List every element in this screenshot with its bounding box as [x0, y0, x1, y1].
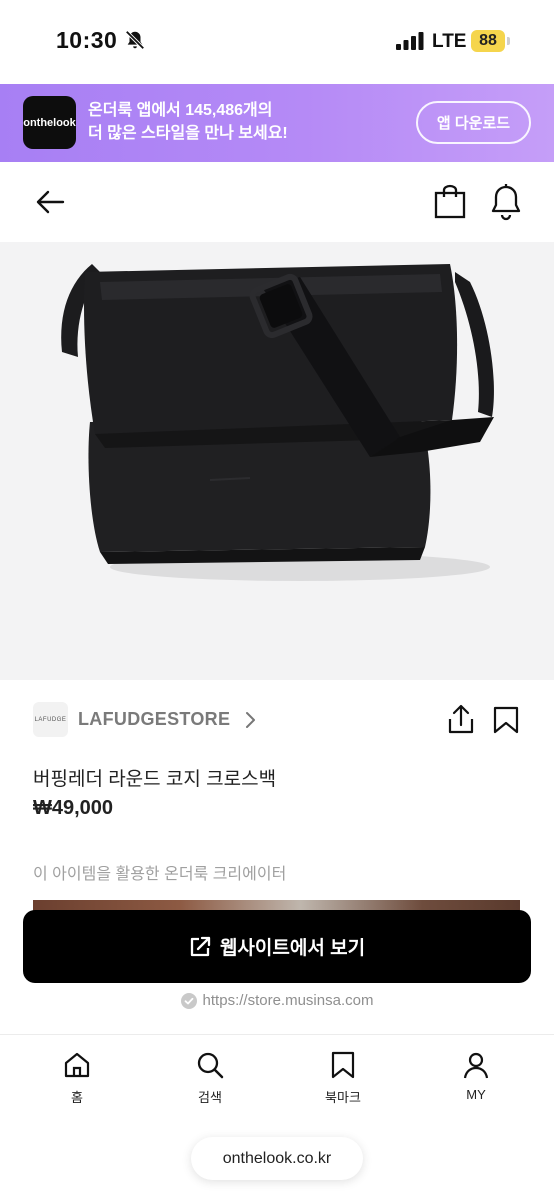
promo-text: 온더룩 앱에서 145,486개의 더 많은 스타일을 만나 보세요! [88, 99, 288, 145]
back-arrow-icon[interactable] [32, 184, 68, 220]
network-type: LTE [432, 31, 467, 52]
search-icon [197, 1052, 224, 1079]
user-icon [463, 1052, 489, 1079]
top-header [0, 162, 554, 242]
store-logo[interactable]: LAFUDGE [33, 702, 68, 737]
nav-bookmark-label: 북마크 [325, 1090, 361, 1105]
onthelook-logo: onthelook [23, 96, 76, 149]
battery-indicator: 88 [471, 30, 505, 52]
crossbody-bag-image [61, 264, 494, 581]
store-name-link[interactable]: LAFUDGESTORE [78, 709, 230, 730]
battery-cap [507, 37, 510, 45]
source-link[interactable]: https://store.musinsa.com [0, 992, 554, 1009]
promo-line-1: 온더룩 앱에서 145,486개의 [88, 102, 273, 119]
visit-website-label: 웹사이트에서 보기 [219, 938, 366, 959]
status-time: 10:30 [56, 27, 118, 53]
status-bar: 10:30 LTE 88 [0, 0, 554, 84]
chevron-right-icon[interactable] [243, 711, 257, 729]
bell-icon[interactable] [488, 182, 524, 222]
share-icon[interactable] [446, 703, 476, 735]
product-price: ₩49,000 [33, 797, 114, 819]
visit-website-button[interactable]: 웹사이트에서 보기 [23, 910, 531, 983]
home-icon [64, 1052, 90, 1078]
nav-home[interactable]: 홈 [37, 1050, 117, 1106]
external-link-icon [190, 936, 211, 956]
promo-line-2: 더 많은 스타일을 만나 보세요! [88, 125, 288, 142]
product-title: 버핑레더 라운드 코지 크로스백 [33, 769, 277, 790]
bookmark-icon [331, 1051, 355, 1079]
source-url: https://store.musinsa.com [202, 992, 374, 1009]
nav-my-label: MY [466, 1087, 486, 1102]
browser-url-bar[interactable]: onthelook.co.kr [191, 1137, 363, 1180]
bell-slash-icon [125, 30, 145, 50]
signal-icon [396, 32, 424, 50]
divider [0, 1034, 554, 1035]
app-promo-banner[interactable]: onthelook 온더룩 앱에서 145,486개의 더 많은 스타일을 만나… [0, 84, 554, 162]
nav-bookmark[interactable]: 북마크 [303, 1050, 383, 1106]
verified-check-icon [180, 992, 197, 1009]
creators-section-label: 이 아이템을 활용한 온더룩 크리에이터 [33, 866, 287, 883]
app-download-button[interactable]: 앱 다운로드 [416, 101, 531, 144]
shopping-bag-icon[interactable] [431, 183, 469, 221]
nav-home-label: 홈 [71, 1090, 83, 1105]
nav-my[interactable]: MY [436, 1050, 516, 1102]
nav-search[interactable]: 검색 [170, 1050, 250, 1106]
nav-search-label: 검색 [198, 1090, 222, 1105]
bookmark-icon[interactable] [491, 705, 521, 735]
product-image[interactable] [0, 242, 554, 680]
